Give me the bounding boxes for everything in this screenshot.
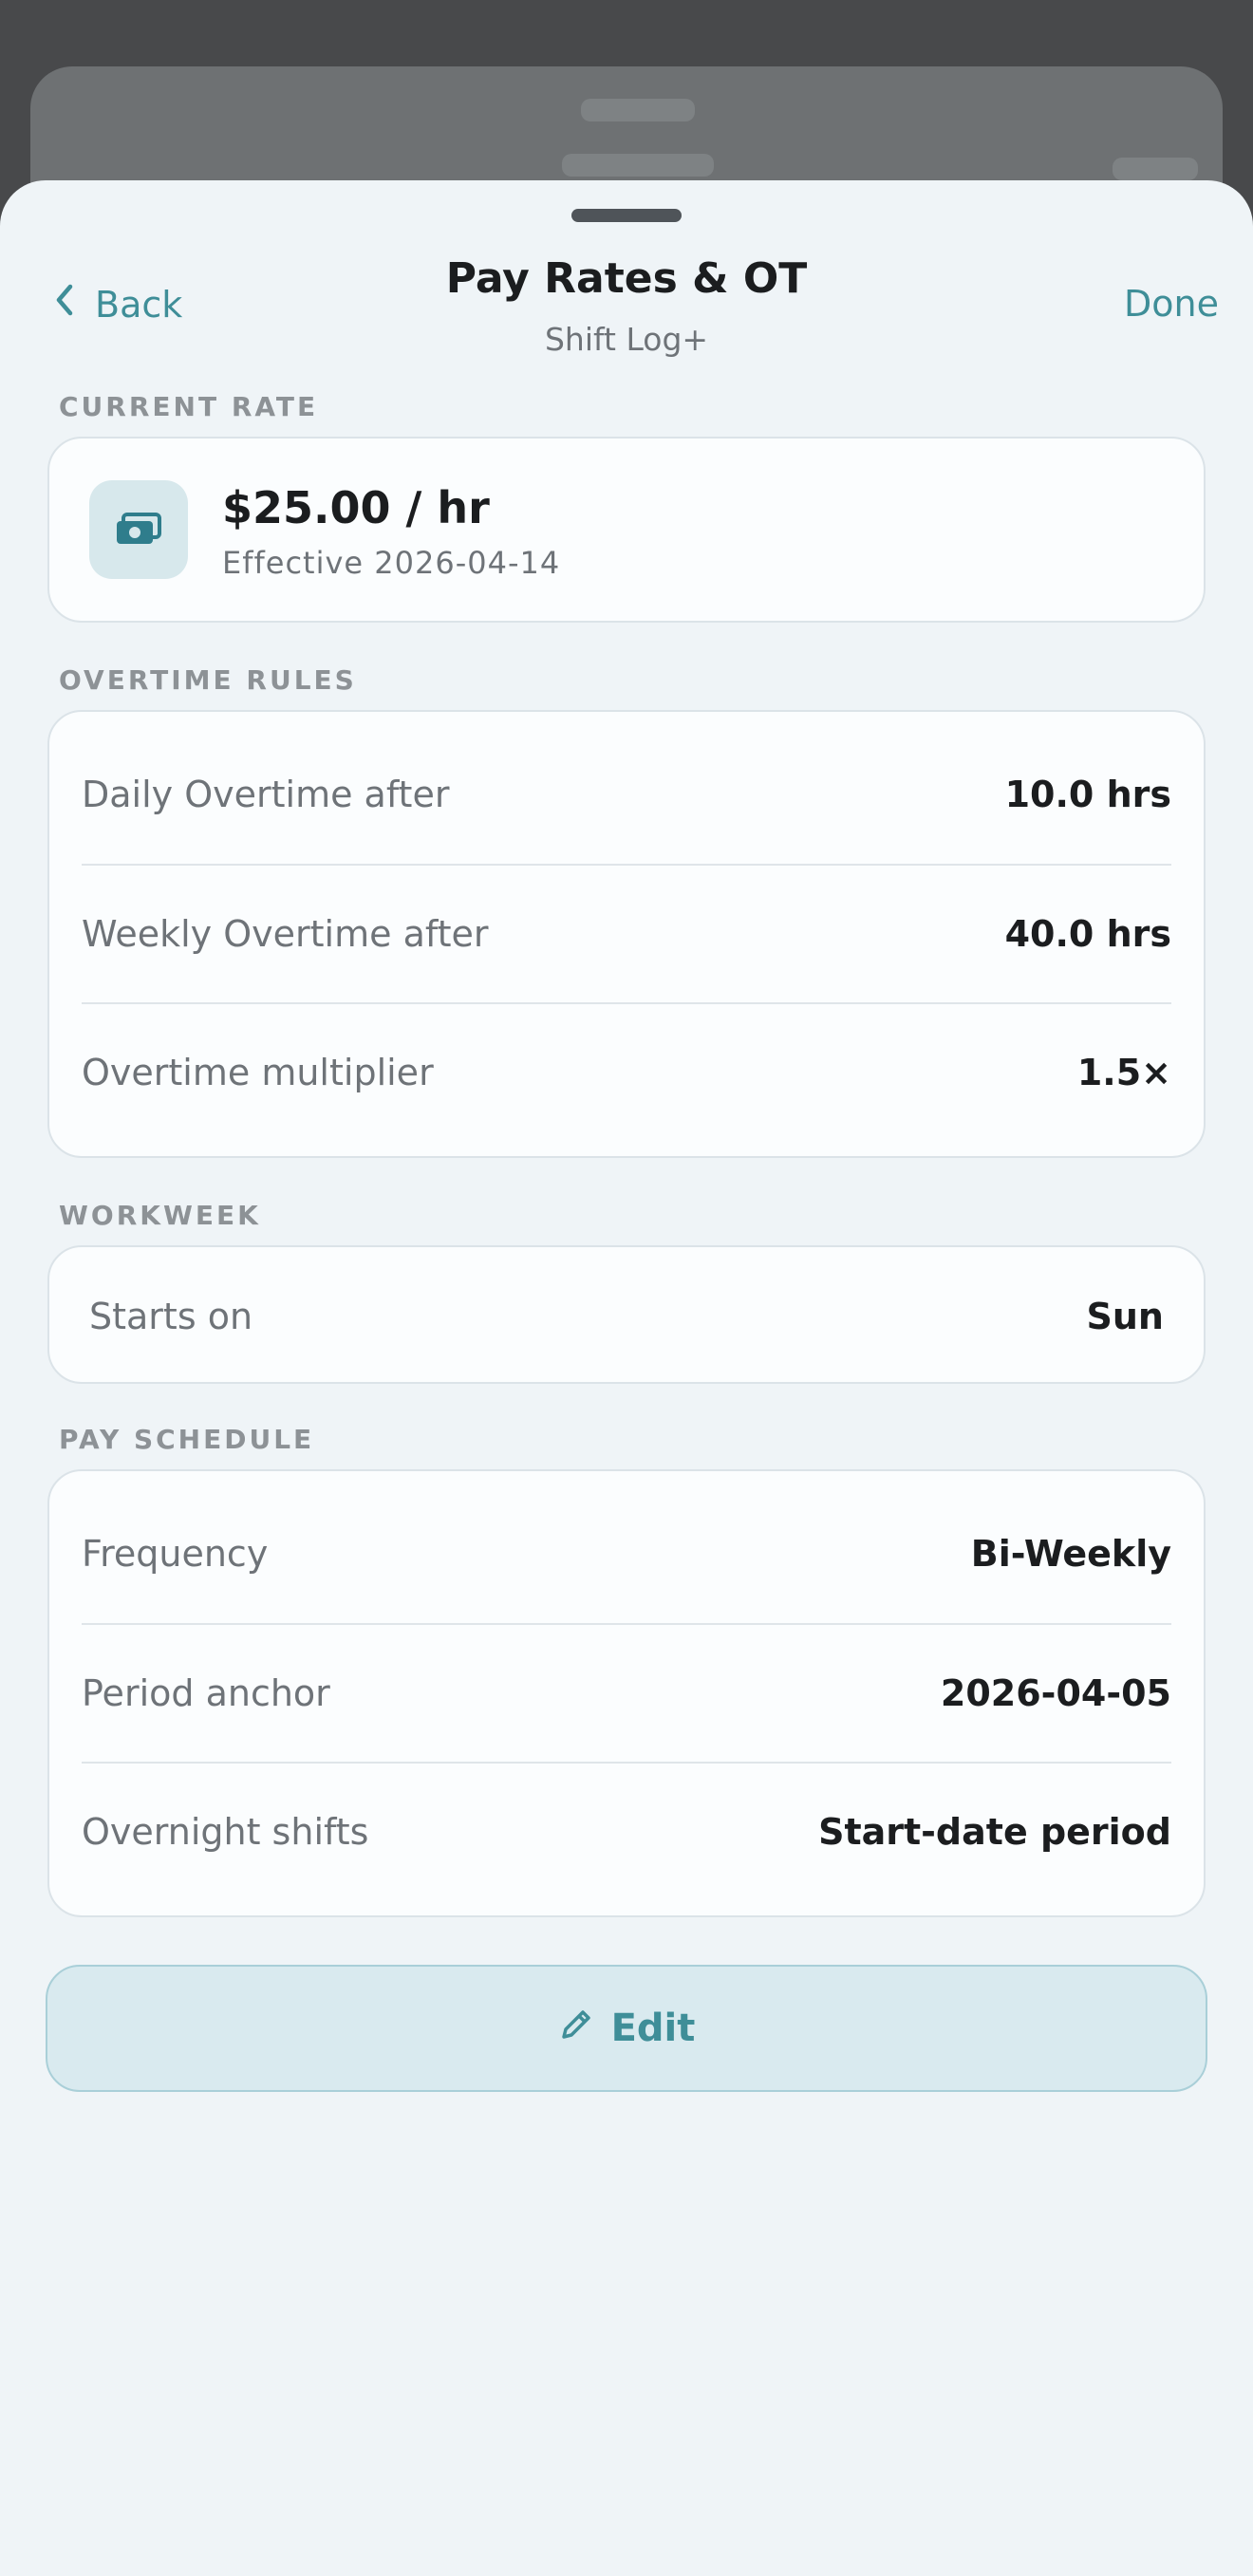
frequency-label: Frequency	[82, 1533, 269, 1575]
current-rate-card[interactable]: $25.00 / hr Effective 2026-04-14	[47, 437, 1206, 623]
pay-schedule-section-label: PAY SCHEDULE	[59, 1424, 315, 1455]
period-anchor-label: Period anchor	[82, 1672, 330, 1714]
rate-effective-date: Effective 2026-04-14	[222, 545, 561, 581]
daily-overtime-label: Daily Overtime after	[82, 774, 450, 815]
page-subtitle: Shift Log+	[544, 321, 709, 358]
workweek-card: Starts on Sun	[47, 1245, 1206, 1384]
hourly-rate-value: $25.00 / hr	[222, 482, 490, 533]
background-placeholder	[562, 154, 714, 177]
pencil-icon	[558, 2005, 596, 2052]
daily-overtime-row[interactable]: Daily Overtime after 10.0 hrs	[82, 725, 1171, 864]
page-title: Pay Rates & OT	[445, 254, 808, 303]
workweek-section-label: WORKWEEK	[59, 1200, 261, 1231]
overtime-rules-section-label: OVERTIME RULES	[59, 664, 357, 696]
overtime-multiplier-value: 1.5×	[1076, 1052, 1171, 1093]
overtime-rules-card: Daily Overtime after 10.0 hrs Weekly Ove…	[47, 710, 1206, 1158]
sheet-grabber[interactable]	[571, 209, 682, 222]
weekly-overtime-row[interactable]: Weekly Overtime after 40.0 hrs	[82, 865, 1171, 1003]
edit-button[interactable]: Edit	[46, 1965, 1207, 2092]
overtime-multiplier-row[interactable]: Overtime multiplier 1.5×	[82, 1003, 1171, 1142]
workweek-start-row[interactable]: Starts on Sun	[89, 1247, 1164, 1386]
bottom-sheet: Back Pay Rates & OT Shift Log+ Done CURR…	[0, 180, 1253, 2576]
background-placeholder	[1113, 158, 1198, 180]
frequency-value: Bi-Weekly	[970, 1533, 1171, 1575]
current-rate-section-label: CURRENT RATE	[59, 391, 319, 422]
overtime-multiplier-label: Overtime multiplier	[82, 1052, 434, 1093]
daily-overtime-value: 10.0 hrs	[1004, 774, 1171, 815]
frequency-row[interactable]: Frequency Bi-Weekly	[82, 1484, 1171, 1623]
overnight-shifts-label: Overnight shifts	[82, 1811, 369, 1853]
weekly-overtime-value: 40.0 hrs	[1004, 913, 1171, 955]
done-button[interactable]: Done	[1124, 283, 1219, 325]
edit-label: Edit	[610, 2007, 696, 2050]
period-anchor-value: 2026-04-05	[940, 1672, 1171, 1714]
weekly-overtime-label: Weekly Overtime after	[82, 913, 489, 955]
workweek-start-label: Starts on	[89, 1296, 253, 1337]
period-anchor-row[interactable]: Period anchor 2026-04-05	[82, 1624, 1171, 1763]
money-icon	[89, 480, 188, 579]
overnight-shifts-value: Start-date period	[818, 1811, 1171, 1853]
background-placeholder	[581, 99, 695, 121]
overnight-shifts-row[interactable]: Overnight shifts Start-date period	[82, 1763, 1171, 1901]
workweek-start-value: Sun	[1086, 1296, 1164, 1337]
pay-schedule-card: Frequency Bi-Weekly Period anchor 2026-0…	[47, 1469, 1206, 1917]
